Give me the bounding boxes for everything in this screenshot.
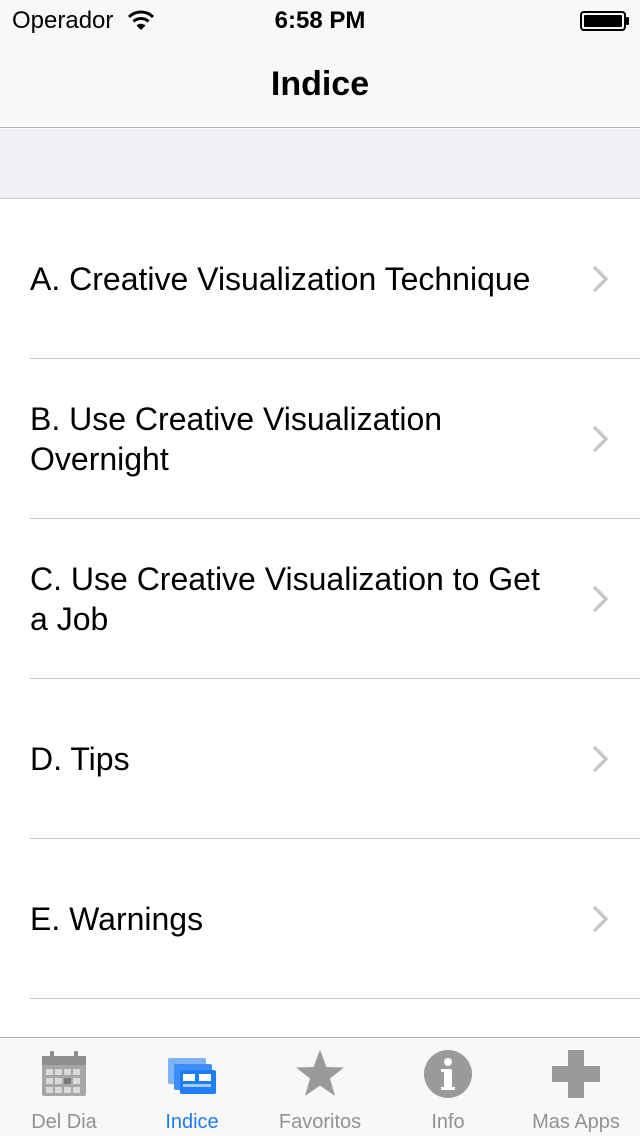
plus-icon [552, 1050, 600, 1098]
list-item[interactable]: D. Tips [0, 679, 640, 839]
chevron-right-icon [593, 266, 608, 292]
chevron-right-icon [593, 426, 608, 452]
list-item-label: A. Creative Visualization Technique [30, 261, 531, 297]
tab-indice[interactable]: Indice [128, 1038, 256, 1136]
chevron-right-icon [593, 906, 608, 932]
index-cards-icon [168, 1058, 216, 1094]
list-item-label: E. Warnings [30, 901, 204, 937]
calendar-icon [42, 1051, 86, 1096]
list-item-label: D. Tips [30, 741, 130, 777]
star-icon [296, 1050, 344, 1096]
status-bar: Operador 6:58 PM [0, 0, 640, 40]
info-icon [424, 1050, 472, 1098]
list-item[interactable]: E. Warnings [0, 839, 640, 999]
screen: Operador 6:58 PM Indice A. Creative Visu… [0, 0, 640, 1136]
navigation-bar: Indice [0, 40, 640, 128]
tab-bar: Del Dia Indice Favoritos Info Mas Apps [0, 1037, 640, 1136]
tab-label: Indice [165, 1111, 219, 1133]
list-item[interactable]: C. Use Creative Visualization to Get a J… [0, 519, 640, 679]
tab-label: Favoritos [278, 1111, 362, 1133]
chevron-right-icon [593, 586, 608, 612]
index-list: A. Creative Visualization Technique B. U… [0, 199, 640, 1037]
section-header [0, 129, 640, 199]
tab-mas-apps[interactable]: Mas Apps [512, 1038, 640, 1136]
list-item-label: C. Use Creative Visualization to Get a J… [30, 561, 540, 637]
tab-label: Mas Apps [532, 1111, 620, 1133]
tab-label: Info [431, 1111, 465, 1133]
tab-del-dia[interactable]: Del Dia [0, 1038, 128, 1136]
list-item[interactable]: B. Use Creative Visualization Overnight [0, 359, 640, 519]
chevron-right-icon [593, 746, 608, 772]
battery-icon [580, 11, 629, 31]
tab-label: Del Dia [31, 1111, 97, 1133]
tab-favoritos[interactable]: Favoritos [256, 1038, 384, 1136]
tab-info[interactable]: Info [384, 1038, 512, 1136]
list-item-label: B. Use Creative Visualization Overnight [30, 401, 443, 477]
status-time: 6:58 PM [274, 7, 366, 34]
page-title: Indice [270, 65, 370, 103]
list-item[interactable]: A. Creative Visualization Technique [0, 199, 640, 359]
